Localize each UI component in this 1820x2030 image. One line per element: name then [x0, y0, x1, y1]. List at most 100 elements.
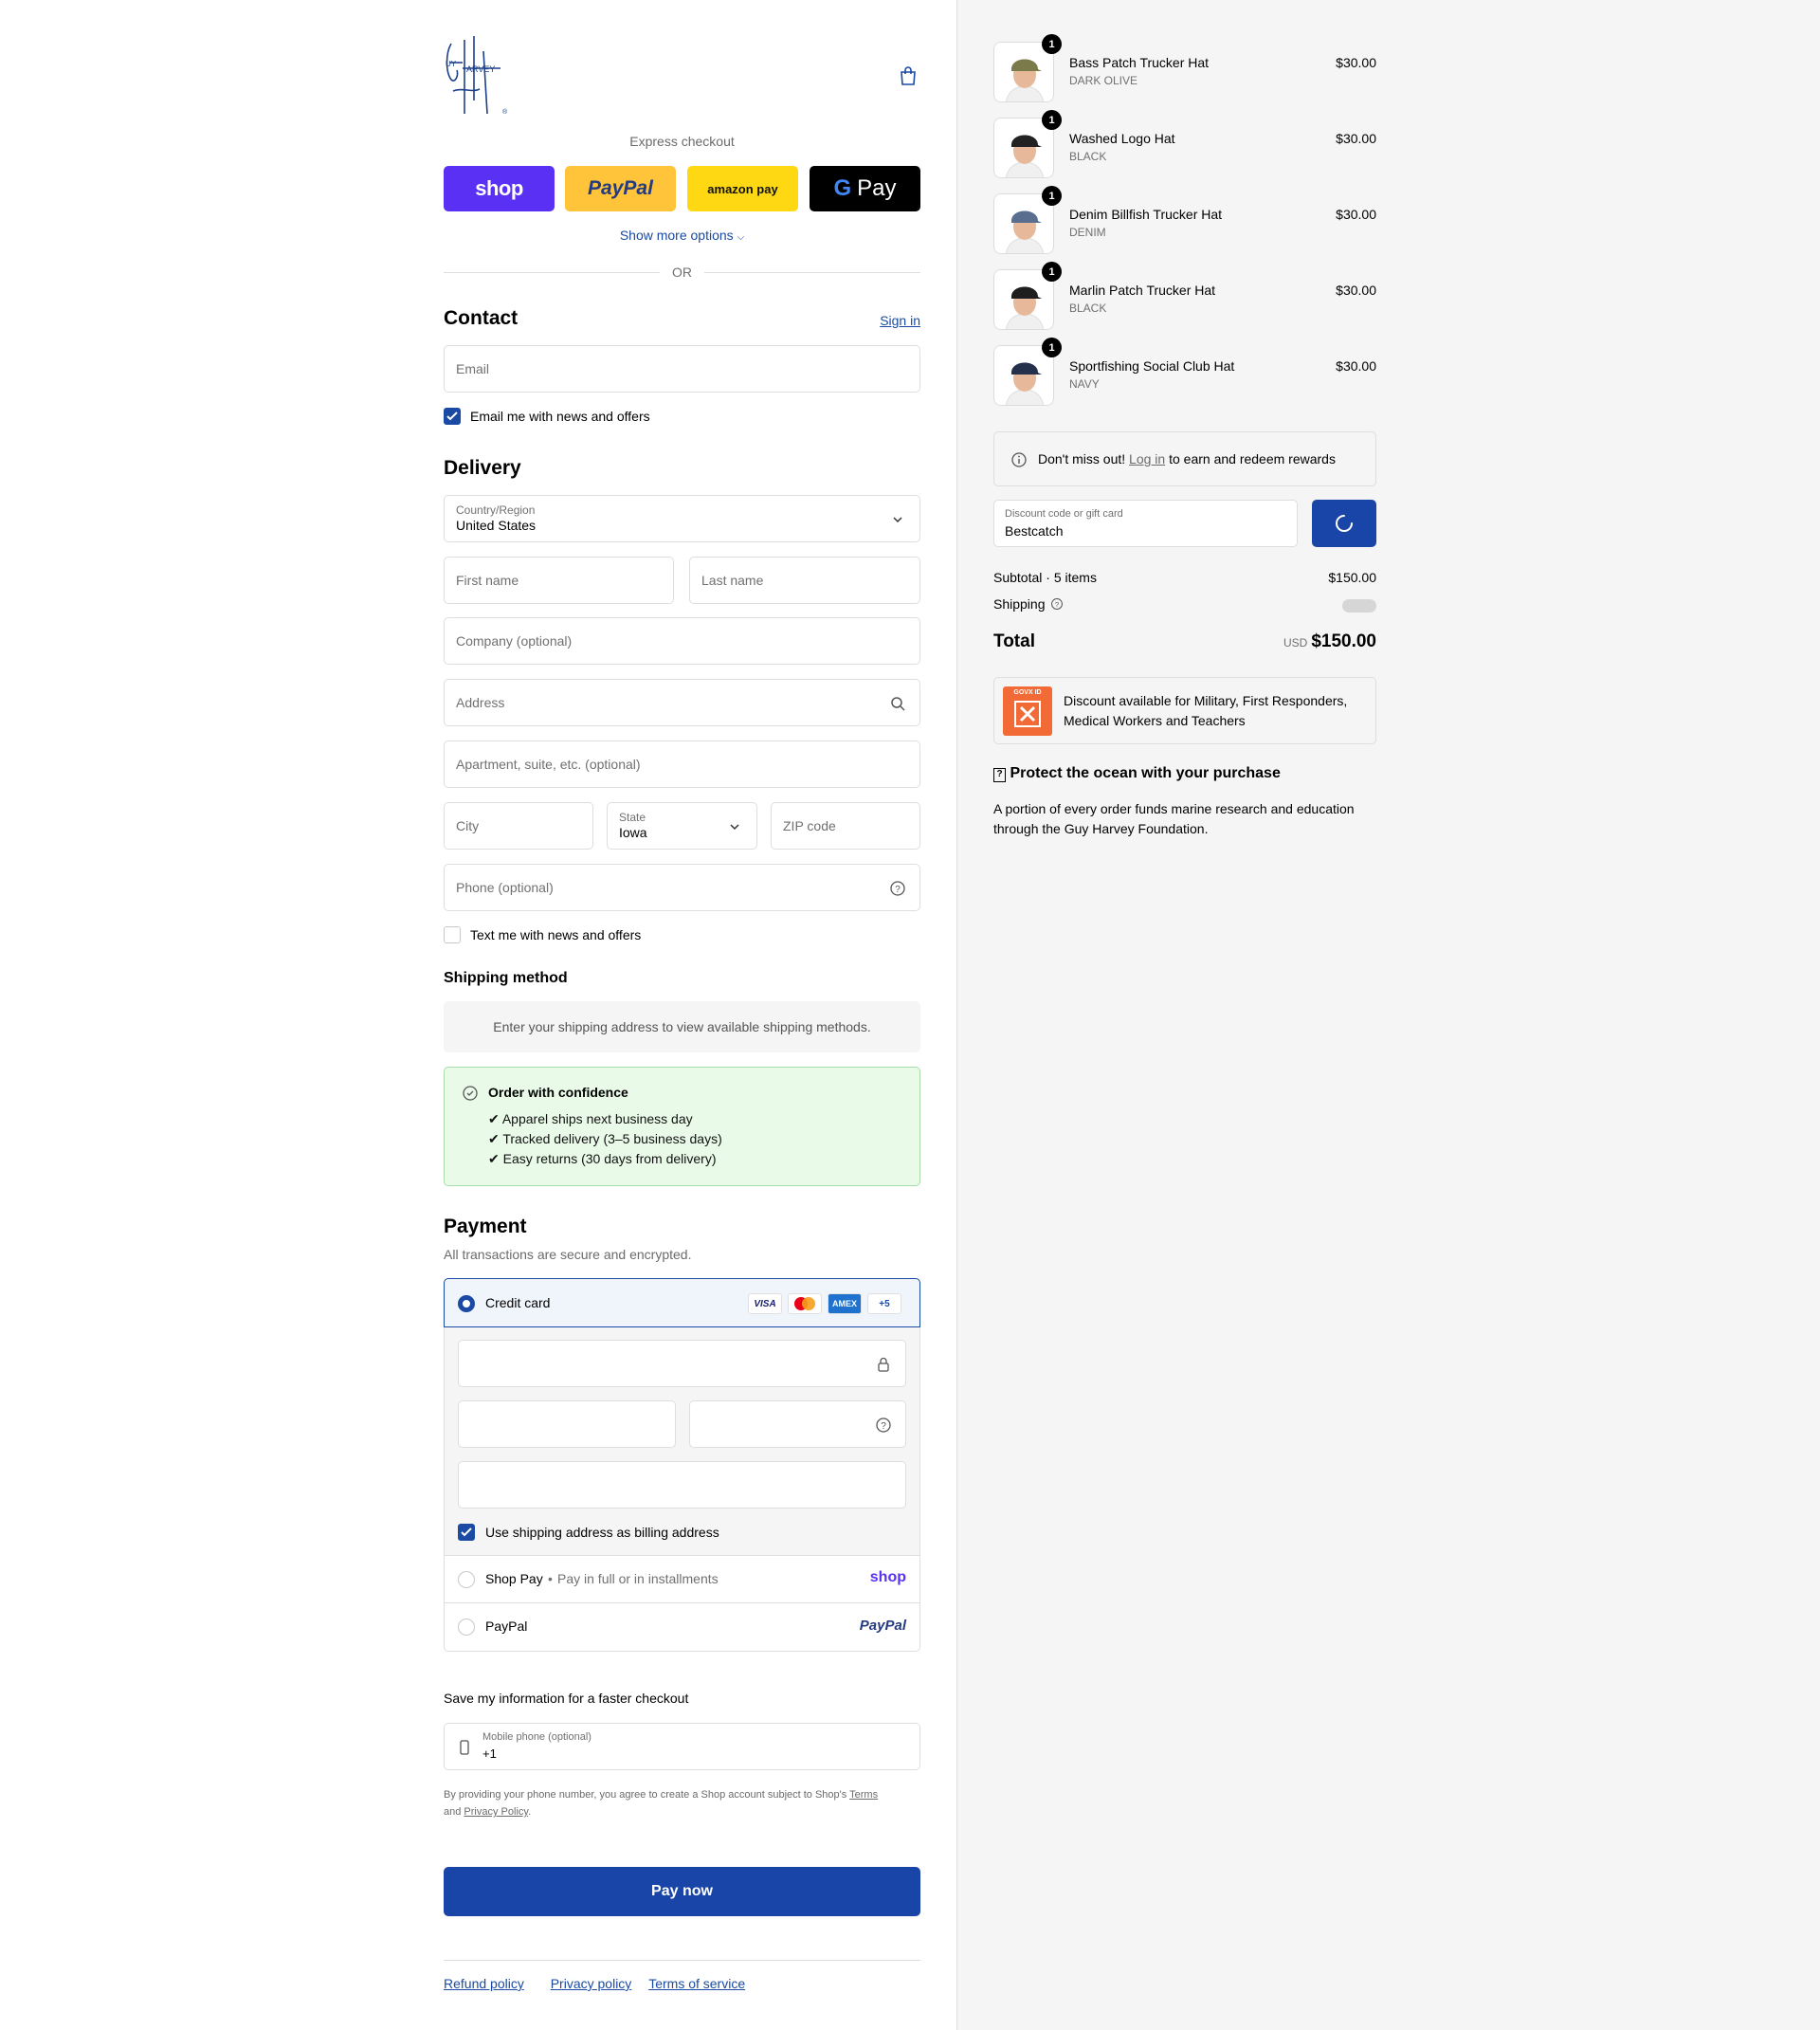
- privacy-policy-link[interactable]: Privacy policy: [551, 1976, 632, 1991]
- product-name: Denim Billfish Trucker Hat: [1069, 207, 1223, 222]
- help-circle-icon[interactable]: ?: [889, 880, 906, 897]
- footer-links: Refund policy Privacy policy Terms of se…: [444, 1976, 768, 1991]
- help-circle-icon[interactable]: ?: [1050, 597, 1064, 611]
- rewards-text: Don't miss out! Log in to earn and redee…: [1038, 451, 1336, 466]
- save-info-heading: Save my information for a faster checkou…: [444, 1691, 689, 1706]
- refund-policy-link[interactable]: Refund policy: [444, 1976, 524, 1991]
- search-icon: [891, 697, 905, 711]
- show-more-options-link[interactable]: Show more options ⌵: [444, 228, 920, 243]
- chevron-down-icon: [893, 517, 902, 523]
- footer-divider: [444, 1960, 920, 1961]
- google-pay-button[interactable]: G Pay: [810, 166, 920, 211]
- terms-link[interactable]: Terms: [849, 1789, 878, 1801]
- apartment-field[interactable]: Apartment, suite, etc. (optional): [444, 741, 920, 788]
- country-select[interactable]: Country/Region United States: [444, 495, 920, 542]
- govx-text-line: Discount available for Military, First R…: [1064, 693, 1348, 708]
- sign-in-link[interactable]: Sign in: [880, 313, 920, 328]
- mastercard-icon: [788, 1293, 822, 1314]
- help-circle-icon[interactable]: ?: [875, 1417, 892, 1434]
- email-news-checkbox[interactable]: [444, 408, 461, 425]
- checkmark-icon: [446, 411, 458, 421]
- paypal-logo: PayPal: [859, 1618, 906, 1634]
- email-news-label: Email me with news and offers: [470, 409, 650, 424]
- unknown-glyph-icon: ?: [993, 768, 1006, 782]
- or-divider: OR: [444, 263, 920, 282]
- terms-of-service-link[interactable]: Terms of service: [648, 1976, 745, 1991]
- shipping-method-note: Enter your shipping address to view avai…: [444, 1001, 920, 1052]
- shipping-method-heading: Shipping method: [444, 970, 568, 986]
- card-number-field[interactable]: [458, 1340, 906, 1387]
- order-confidence-box: Order with confidence ✔ Apparel ships ne…: [444, 1067, 920, 1186]
- product-variant: BLACK: [1069, 150, 1107, 163]
- last-name-field[interactable]: Last name: [689, 557, 920, 604]
- phone-field[interactable]: Phone (optional) ?: [444, 864, 920, 911]
- subtotal-row: Subtotal · 5 items $150.00: [993, 570, 1376, 585]
- amazon-pay-button[interactable]: amazon pay: [687, 166, 798, 211]
- rewards-post: to earn and redeem rewards: [1169, 451, 1336, 466]
- mobile-phone-label: Mobile phone (optional): [482, 1731, 592, 1743]
- mobile-phone-field[interactable]: Mobile phone (optional) +1: [444, 1723, 920, 1770]
- paypal-option[interactable]: PayPal PayPal: [445, 1602, 919, 1650]
- name-on-card-field[interactable]: [458, 1461, 906, 1509]
- zip-field[interactable]: ZIP code: [771, 802, 920, 850]
- billing-address-checkbox[interactable]: [458, 1524, 475, 1541]
- govx-text: Discount available for Military, First R…: [1064, 691, 1347, 731]
- shop-pay-note: Pay in full or in installments: [557, 1571, 719, 1586]
- pay-now-button[interactable]: Pay now: [444, 1867, 920, 1916]
- or-label: OR: [672, 265, 692, 280]
- confidence-item: ✔ Easy returns (30 days from delivery): [488, 1151, 717, 1166]
- address-field[interactable]: Address: [444, 679, 920, 726]
- shopping-bag-icon[interactable]: [897, 64, 919, 87]
- apply-discount-button[interactable]: [1312, 500, 1376, 547]
- security-code-field[interactable]: ?: [689, 1400, 906, 1448]
- govx-logo: GOVX ID: [1003, 686, 1052, 736]
- state-select[interactable]: State Iowa: [607, 802, 757, 850]
- shop-pay-button[interactable]: shop: [444, 166, 555, 211]
- rewards-pre: Don't miss out!: [1038, 451, 1126, 466]
- svg-text:?: ?: [881, 1421, 886, 1432]
- payment-methods: Credit card VISA AMEX +5 ? Use shipping …: [444, 1278, 920, 1652]
- google-g-icon: G: [833, 175, 852, 201]
- paypal-label: PayPal: [485, 1619, 528, 1634]
- gpay-label: Pay: [857, 175, 897, 201]
- svg-text:®: ®: [502, 108, 508, 116]
- product-price: $30.00: [1336, 283, 1376, 298]
- svg-text:UY: UY: [446, 60, 457, 68]
- chevron-down-icon: ⌵: [737, 232, 745, 243]
- visa-icon: VISA: [748, 1293, 782, 1314]
- privacy-policy-link[interactable]: Privacy Policy: [464, 1806, 528, 1818]
- protect-ocean-heading: ? Protect the ocean with your purchase: [993, 765, 1281, 782]
- rewards-login-link[interactable]: Log in: [1129, 451, 1165, 466]
- product-variant: DENIM: [1069, 226, 1106, 239]
- shop-pay-radio[interactable]: [458, 1571, 475, 1588]
- credit-card-option[interactable]: Credit card VISA AMEX +5: [444, 1278, 920, 1327]
- guy-harvey-logo[interactable]: ARVEY UY ®: [444, 34, 514, 118]
- shipping-row: Shipping ?: [993, 596, 1376, 613]
- total-label: Total: [993, 631, 1035, 651]
- payment-heading: Payment: [444, 1216, 527, 1237]
- govx-x-icon: [1014, 701, 1041, 727]
- paypal-button[interactable]: PayPal: [565, 166, 676, 211]
- protect-ocean-text: A portion of every order funds marine re…: [993, 801, 1355, 836]
- product-price: $30.00: [1336, 358, 1376, 374]
- govx-discount-banner[interactable]: GOVX ID Discount available for Military,…: [993, 677, 1376, 744]
- bullet-separator: •: [548, 1571, 553, 1586]
- city-field[interactable]: City: [444, 802, 593, 850]
- subtotal-label: Subtotal · 5 items: [993, 570, 1097, 585]
- amazon-pay-logo: amazon pay: [707, 181, 778, 196]
- company-field[interactable]: Company (optional): [444, 617, 920, 665]
- legal-text: By providing your phone number, you agre…: [444, 1789, 847, 1801]
- text-news-checkbox[interactable]: [444, 926, 461, 943]
- discount-code-field[interactable]: Discount code or gift card Bestcatch: [993, 500, 1298, 547]
- paypal-radio[interactable]: [458, 1619, 475, 1636]
- contact-heading: Contact: [444, 307, 519, 329]
- delivery-heading: Delivery: [444, 457, 521, 479]
- credit-card-radio[interactable]: [458, 1295, 475, 1312]
- expiration-date-field[interactable]: [458, 1400, 676, 1448]
- first-name-field[interactable]: First name: [444, 557, 674, 604]
- email-field[interactable]: Email: [444, 345, 920, 393]
- shop-pay-label: Shop Pay: [485, 1571, 543, 1586]
- govx-logo-text: GOVX ID: [1013, 689, 1042, 696]
- shop-pay-option[interactable]: Shop Pay • Pay in full or in installment…: [445, 1555, 919, 1602]
- svg-text:?: ?: [895, 885, 901, 895]
